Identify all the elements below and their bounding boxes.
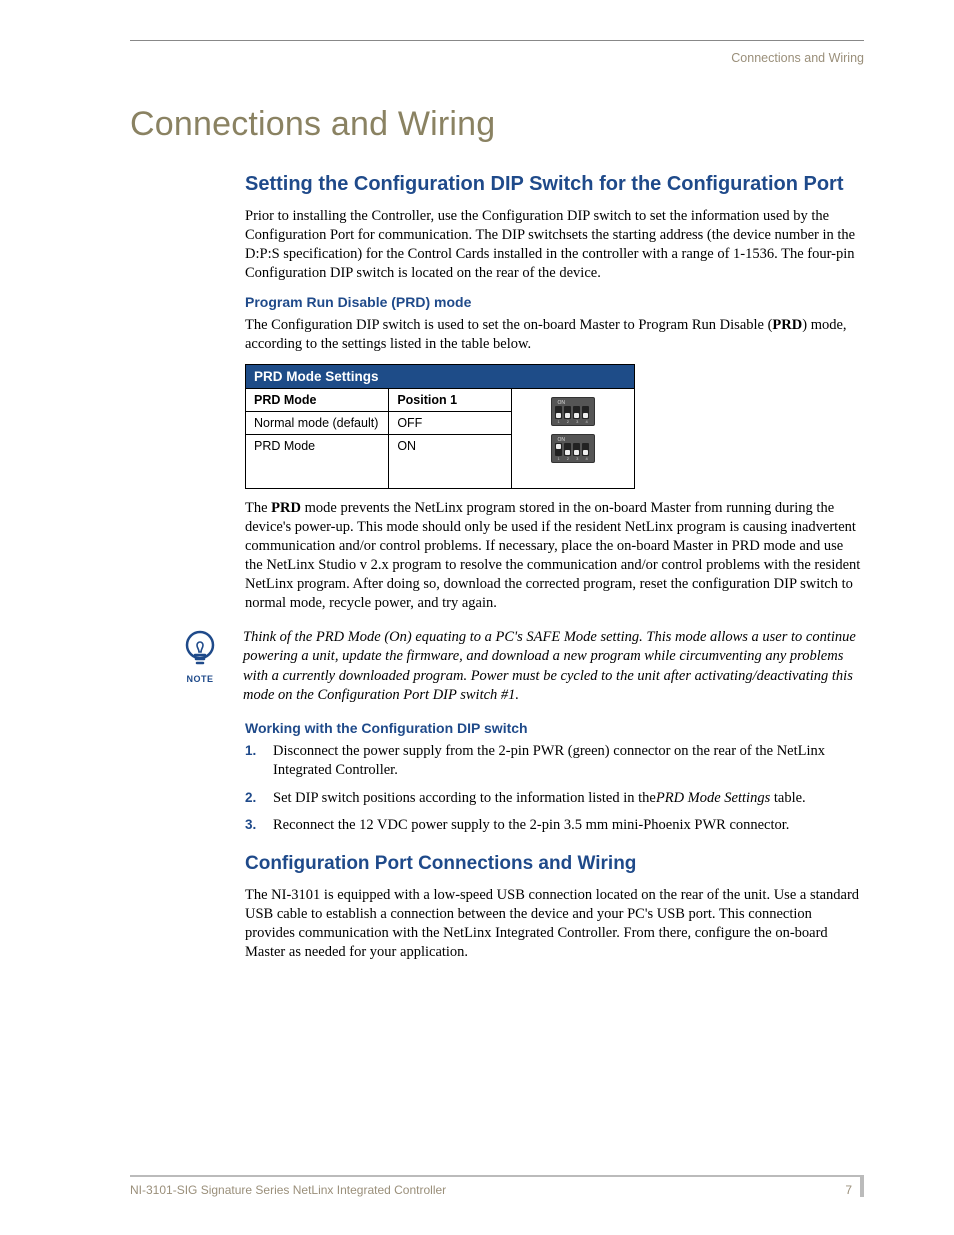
subheading-prd: Program Run Disable (PRD) mode	[245, 294, 864, 310]
list-item: Disconnect the power supply from the 2-p…	[245, 742, 864, 781]
lightbulb-icon	[180, 628, 220, 672]
cell-on: ON	[389, 434, 512, 488]
table-col-pos1: Position 1	[389, 388, 512, 411]
text: The	[245, 500, 271, 516]
note-label: NOTE	[175, 674, 225, 684]
bold-prd: PRD	[271, 500, 301, 516]
prd-paragraph-1: The Configuration DIP switch is used to …	[245, 316, 864, 354]
list-item: Set DIP switch positions according to th…	[245, 789, 864, 809]
intro-paragraph: Prior to installing the Controller, use …	[245, 207, 864, 284]
prd-mode-table: PRD Mode Settings PRD Mode Position 1 ON…	[245, 364, 635, 489]
list-item: Reconnect the 12 VDC power supply to the…	[245, 816, 864, 836]
text: Set DIP switch positions according to th…	[273, 790, 656, 806]
running-head: Connections and Wiring	[130, 51, 864, 65]
bold-prd: PRD	[772, 317, 802, 333]
text: The Configuration DIP switch is used to …	[245, 317, 772, 333]
text: table.	[770, 790, 805, 806]
page-number: 7	[845, 1183, 860, 1197]
cell-off: OFF	[389, 411, 512, 434]
port-paragraph: The NI-3101 is equipped with a low-speed…	[245, 886, 864, 963]
prd-paragraph-2: The PRD mode prevents the NetLinx progra…	[245, 499, 864, 614]
dip-switch-off-icon: ON 1 2 3 4	[551, 397, 594, 426]
dip-switch-on-icon: ON 1 2 3 4	[551, 434, 594, 463]
page-title: Connections and Wiring	[130, 105, 864, 144]
steps-list: Disconnect the power supply from the 2-p…	[245, 742, 864, 836]
cell-normal-mode: Normal mode (default)	[246, 411, 389, 434]
dip-illustration-cell: ON 1 2 3 4 ON	[512, 388, 635, 488]
note-text: Think of the PRD Mode (On) equating to a…	[243, 628, 864, 706]
section-heading-port: Configuration Port Connections and Wirin…	[245, 852, 864, 876]
subheading-working: Working with the Configuration DIP switc…	[245, 720, 864, 736]
page-footer: NI-3101-SIG Signature Series NetLinx Int…	[130, 1175, 864, 1197]
note-block: NOTE Think of the PRD Mode (On) equating…	[175, 628, 864, 706]
dip-nums: 1 2 3 4	[555, 457, 590, 461]
top-rule	[130, 40, 864, 41]
table-col-mode: PRD Mode	[246, 388, 389, 411]
note-icon: NOTE	[175, 628, 225, 684]
footer-title: NI-3101-SIG Signature Series NetLinx Int…	[130, 1183, 446, 1197]
text: mode prevents the NetLinx program stored…	[245, 500, 860, 612]
italic-ref: PRD Mode Settings	[656, 790, 770, 806]
dip-nums: 1 2 3 4	[555, 420, 590, 424]
section-heading-dip: Setting the Configuration DIP Switch for…	[245, 172, 864, 197]
cell-prd-mode: PRD Mode	[246, 434, 389, 488]
table-title: PRD Mode Settings	[246, 364, 635, 388]
